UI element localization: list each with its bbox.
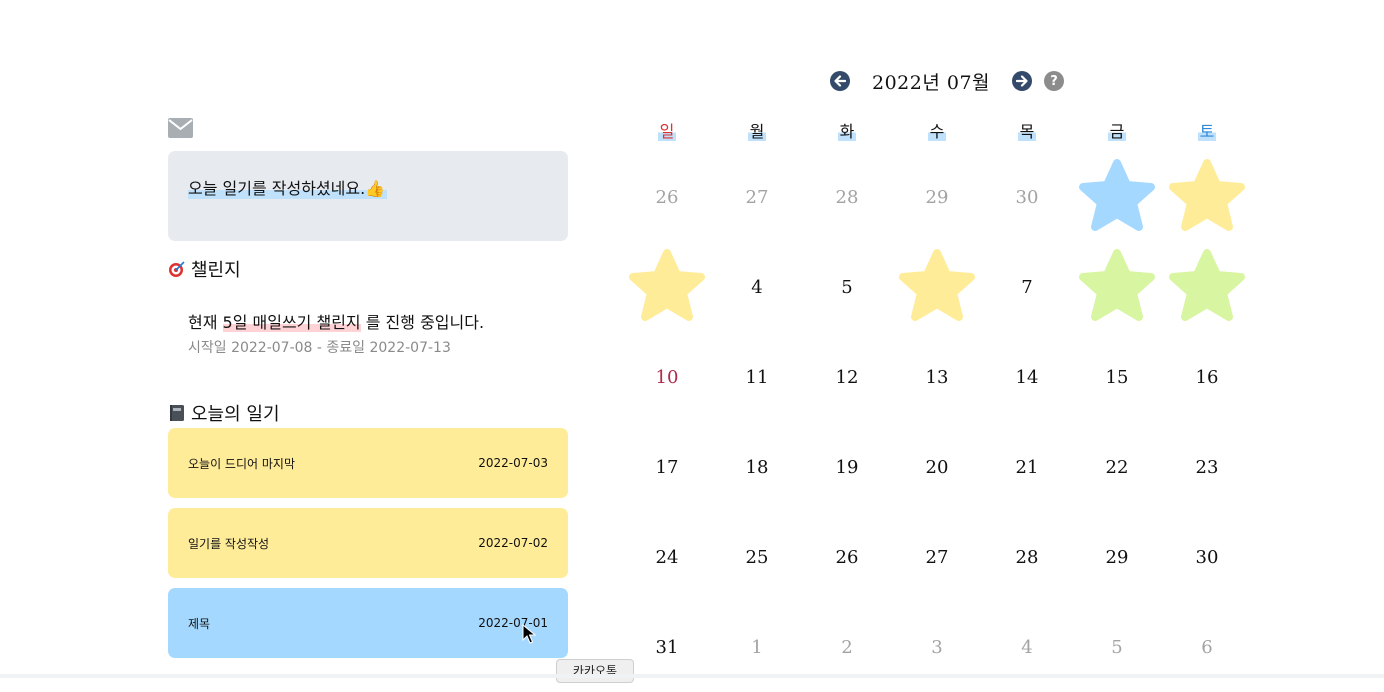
calendar-day[interactable]: 26 [622, 152, 712, 242]
calendar-week-row: 26 27 28 29 30 [622, 152, 1252, 242]
weekday-mon: 월 [747, 122, 767, 141]
calendar-day[interactable]: 4 [712, 242, 802, 332]
star-yellow-icon [899, 249, 975, 321]
mail-icon[interactable] [168, 118, 193, 138]
diary-entry-title: 오늘이 드디어 마지막 [188, 456, 295, 471]
message-text: 오늘 일기를 작성하셨네요.👍 [188, 175, 388, 199]
calendar-day-sticker[interactable] [622, 242, 712, 332]
help-button[interactable]: ? [1044, 71, 1065, 91]
arrow-left-icon [834, 75, 846, 87]
calendar-day-sticker[interactable] [892, 242, 982, 332]
arrow-right-icon [1016, 75, 1028, 87]
calendar-day[interactable]: 13 [892, 332, 982, 422]
challenge-heading: 챌린지 [168, 256, 241, 282]
star-green-icon [1169, 249, 1245, 321]
star-green-icon [1079, 249, 1155, 321]
calendar-day[interactable]: 14 [982, 332, 1072, 422]
challenge-status: 현재 5일 매일쓰기 챌린지 를 진행 중입니다. [188, 309, 484, 333]
calendar-day[interactable]: 6 [1162, 602, 1252, 692]
calendar-day[interactable]: 23 [1162, 422, 1252, 512]
diary-entry-date: 2022-07-01 [478, 616, 548, 630]
challenge-suffix: 를 진행 중입니다. [360, 313, 485, 332]
calendar-header: 2022년 07월 ? [830, 69, 1065, 94]
star-yellow-icon [1169, 159, 1245, 231]
bottom-bar [0, 674, 1384, 678]
next-month-button[interactable] [1012, 71, 1033, 91]
calendar-week-row: 31 1 2 3 4 5 6 [622, 602, 1252, 692]
diary-entry-title: 제목 [188, 616, 211, 631]
challenge-title: 챌린지 [191, 260, 241, 281]
calendar-day[interactable]: 22 [1072, 422, 1162, 512]
calendar-day[interactable]: 12 [802, 332, 892, 422]
calendar-day-sticker[interactable] [1162, 152, 1252, 242]
calendar-day[interactable]: 27 [892, 512, 982, 602]
diary-entry-title: 일기를 작성작성 [188, 536, 270, 551]
calendar-week-row: 24 25 26 27 28 29 30 [622, 512, 1252, 602]
diary-entry-date: 2022-07-02 [478, 536, 548, 550]
weekday-sat: 토 [1197, 122, 1217, 141]
calendar-day[interactable]: 30 [982, 152, 1072, 242]
calendar-week-row: 10 11 12 13 14 15 16 [622, 332, 1252, 422]
calendar-day[interactable]: 21 [982, 422, 1072, 512]
challenge-dates: 시작일 2022-07-08 - 종료일 2022-07-13 [188, 340, 451, 356]
calendar-day[interactable]: 20 [892, 422, 982, 512]
calendar-day[interactable]: 11 [712, 332, 802, 422]
calendar-day[interactable]: 18 [712, 422, 802, 512]
message-box: 오늘 일기를 작성하셨네요.👍 [168, 151, 568, 241]
calendar-day[interactable]: 3 [892, 602, 982, 692]
kakaotalk-tooltip: 카카오톡 [556, 659, 634, 683]
notebook-icon [170, 405, 184, 421]
calendar-day[interactable]: 17 [622, 422, 712, 512]
month-title: 2022년 07월 [872, 71, 991, 94]
calendar-day[interactable]: 27 [712, 152, 802, 242]
calendar-day[interactable]: 7 [982, 242, 1072, 332]
diary-entry[interactable]: 제목 2022-07-01 [168, 588, 568, 658]
challenge-name: 5일 매일쓰기 챌린지 [222, 313, 361, 332]
calendar-day[interactable]: 28 [802, 152, 892, 242]
calendar-day[interactable]: 26 [802, 512, 892, 602]
dart-target-icon [169, 261, 185, 277]
weekday-fri: 금 [1107, 122, 1127, 141]
star-yellow-icon [629, 249, 705, 321]
diary-entry[interactable]: 오늘이 드디어 마지막 2022-07-03 [168, 428, 568, 498]
calendar-day[interactable]: 28 [982, 512, 1072, 602]
calendar-day[interactable]: 16 [1162, 332, 1252, 422]
diary-entry[interactable]: 일기를 작성작성 2022-07-02 [168, 508, 568, 578]
calendar-day[interactable]: 19 [802, 422, 892, 512]
weekday-thu: 목 [1017, 122, 1037, 141]
weekday-row: 일 월 화 수 목 금 토 [622, 118, 1252, 142]
weekday-tue: 화 [837, 122, 857, 141]
star-blue-icon [1079, 159, 1155, 231]
calendar-day[interactable]: 31 [622, 602, 712, 692]
calendar-day[interactable]: 10 [622, 332, 712, 422]
calendar-week-row: 457 [622, 242, 1252, 332]
calendar-day[interactable]: 15 [1072, 332, 1162, 422]
calendar-day[interactable]: 24 [622, 512, 712, 602]
calendar-day-sticker[interactable] [1072, 242, 1162, 332]
calendar-day-sticker[interactable] [1072, 152, 1162, 242]
calendar-day[interactable]: 2 [802, 602, 892, 692]
weekday-sun: 일 [657, 122, 677, 141]
weekday-wed: 수 [927, 122, 947, 141]
calendar-day[interactable]: 29 [892, 152, 982, 242]
diary-entry-date: 2022-07-03 [478, 456, 548, 470]
calendar-day[interactable]: 5 [802, 242, 892, 332]
prev-month-button[interactable] [830, 71, 850, 91]
calendar-day[interactable]: 25 [712, 512, 802, 602]
calendar-day[interactable]: 4 [982, 602, 1072, 692]
calendar-day[interactable]: 1 [712, 602, 802, 692]
calendar-day[interactable]: 29 [1072, 512, 1162, 602]
mouse-pointer-icon [522, 624, 536, 644]
calendar-week-row: 17 18 19 20 21 22 23 [622, 422, 1252, 512]
calendar-grid: 26 27 28 29 30 4 5 7 10 11 12 13 14 15 16 17 18 19 20 21 22 2… [622, 152, 1252, 692]
challenge-prefix: 현재 [188, 313, 223, 332]
calendar-day-sticker[interactable] [1162, 242, 1252, 332]
calendar-day[interactable]: 5 [1072, 602, 1162, 692]
diary-heading: 오늘의 일기 [168, 400, 280, 426]
calendar-day[interactable]: 30 [1162, 512, 1252, 602]
diary-title: 오늘의 일기 [191, 404, 280, 425]
